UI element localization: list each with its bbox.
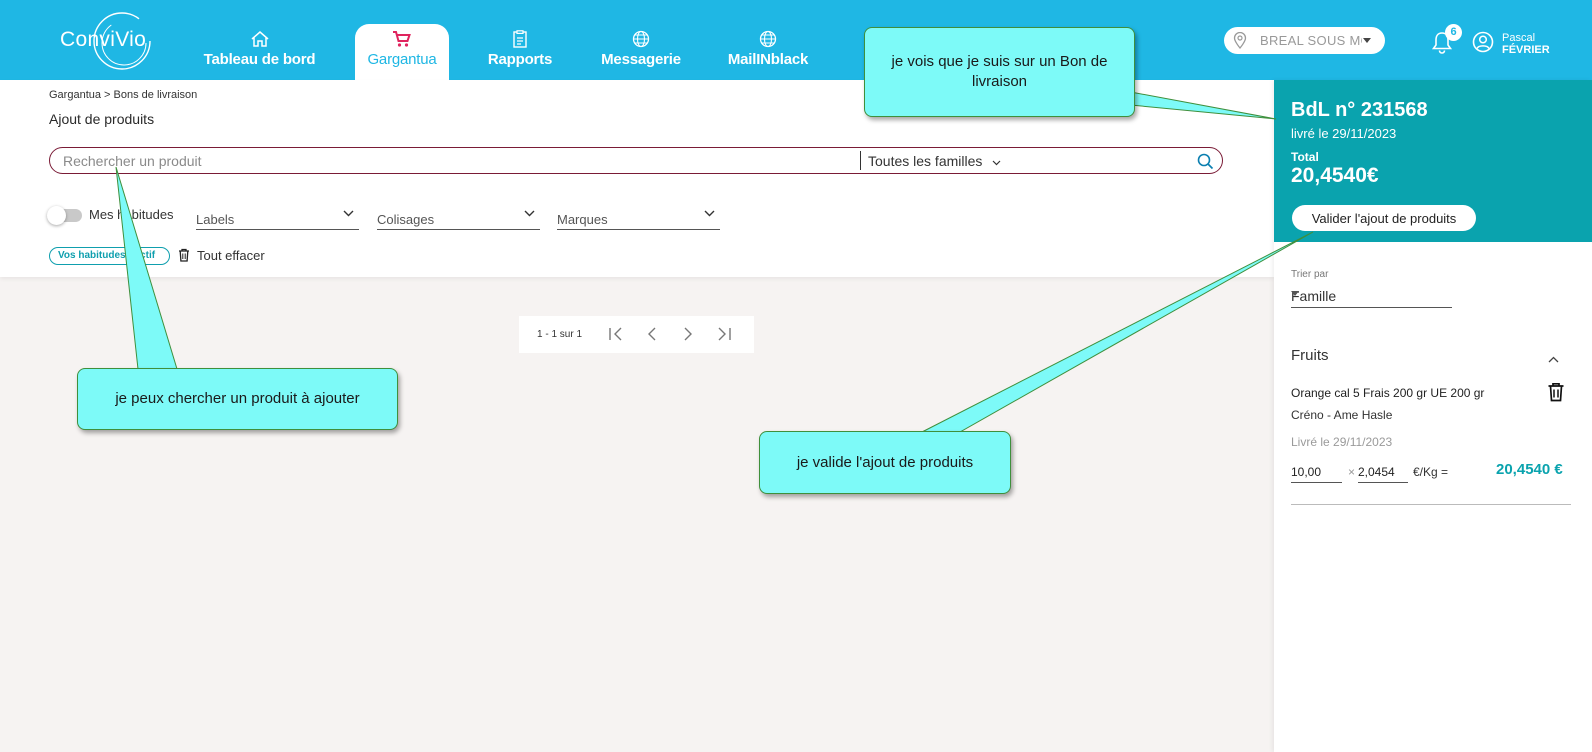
labels-filter[interactable]: Labels (196, 204, 359, 230)
chevron-down-icon (992, 153, 1001, 169)
trash-icon[interactable] (178, 248, 190, 267)
sort-label: Trier par (1291, 269, 1329, 280)
user-last-name: FÉVRIER (1502, 44, 1550, 56)
product-delivered-date: Livré le 29/11/2023 (1291, 435, 1393, 449)
active-filter-chip[interactable]: Vos habitudes : actif (49, 247, 170, 265)
next-page-icon[interactable] (682, 327, 694, 346)
nav-label: Messagerie (601, 51, 681, 68)
convivio-logo[interactable]: ConviVio (56, 10, 160, 72)
marques-filter[interactable]: Marques (557, 204, 720, 230)
caret-down-icon (1291, 291, 1299, 296)
callout-validate-hint: je valide l'ajout de produits (759, 431, 1011, 494)
line-separator (1291, 504, 1571, 505)
quantity-field[interactable]: 10,00 (1291, 463, 1342, 483)
first-page-icon[interactable] (608, 327, 624, 346)
delivery-note-number: BdL n° 231568 (1291, 99, 1428, 121)
previous-page-icon[interactable] (646, 327, 658, 346)
chevron-down-icon (343, 210, 354, 217)
chevron-down-icon (524, 210, 535, 217)
search-input[interactable] (63, 152, 843, 170)
nav-label: MailINblack (727, 51, 809, 68)
nav-label: Tableau de bord (203, 51, 316, 68)
map-pin-icon (1233, 31, 1247, 52)
callout-delivery-note-hint: je vois que je suis sur un Bon de livrai… (864, 27, 1135, 117)
user-avatar-icon[interactable] (1472, 31, 1494, 58)
cart-icon (355, 24, 449, 48)
clear-all-button[interactable]: Tout effacer (197, 248, 265, 263)
location-text: BREAL SOUS MONTFORT (1260, 33, 1362, 48)
toggle-knob (47, 206, 66, 225)
report-icon (479, 24, 561, 48)
search-divider (860, 151, 861, 170)
nav-messagerie[interactable]: Messagerie (594, 24, 688, 80)
habitudes-toggle[interactable] (47, 206, 82, 225)
globe-icon (720, 24, 816, 48)
total-label: Total (1291, 150, 1319, 164)
callout-search-hint: je peux chercher un produit à ajouter (77, 368, 398, 430)
search-icon[interactable] (1197, 153, 1214, 175)
nav-label: Gargantua (367, 51, 437, 68)
user-first-name: Pascal (1502, 32, 1536, 44)
section-title: Fruits (1291, 347, 1329, 364)
last-page-icon[interactable] (716, 327, 732, 346)
delivery-note-summary: BdL n° 231568 livré le 29/11/2023 Total … (1274, 80, 1592, 242)
page-title: Ajout de produits (49, 111, 155, 127)
families-label: Toutes les familles (868, 153, 983, 169)
notification-badge: 6 (1445, 24, 1462, 41)
home-icon (202, 24, 317, 48)
product-supplier: Créno - Ame Hasle (1291, 408, 1393, 422)
logo-text: ConviVio (60, 28, 147, 51)
unit-price-value: 2,0454 (1358, 465, 1395, 479)
pagination: 1 - 1 sur 1 (519, 316, 754, 353)
total-amount: 20,4540€ (1291, 164, 1379, 187)
product-search-bar: Toutes les familles (49, 147, 1223, 174)
location-selector[interactable]: BREAL SOUS MONTFORT (1224, 27, 1385, 54)
trash-icon[interactable] (1547, 382, 1565, 407)
colisages-filter[interactable]: Colisages (377, 204, 540, 230)
filter-label: Labels (196, 212, 235, 227)
delivery-date: livré le 29/11/2023 (1291, 126, 1397, 141)
chevron-down-icon (704, 210, 715, 217)
unit-price-field[interactable]: 2,0454 (1358, 463, 1408, 483)
chevron-up-icon[interactable] (1548, 350, 1559, 368)
nav-mailinblack[interactable]: MailINblack (720, 24, 816, 80)
globe-icon (594, 24, 688, 48)
filter-label: Colisages (377, 212, 435, 227)
toggle-label: Mes habitudes (89, 207, 174, 222)
validate-products-button[interactable]: Valider l'ajout de produits (1292, 205, 1476, 231)
quantity-value: 10,00 (1291, 465, 1322, 479)
families-dropdown[interactable]: Toutes les familles (868, 153, 1001, 169)
caret-down-icon (1363, 38, 1371, 43)
unit-label: €/Kg = (1413, 465, 1449, 479)
sort-select[interactable]: Famille (1291, 282, 1452, 308)
top-navigation-bar: ConviVio Tableau de bord Gargantua Rappo… (0, 0, 1592, 80)
product-name: Orange cal 5 Frais 200 gr UE 200 gr (1291, 386, 1485, 400)
multiply-sign: × (1348, 465, 1356, 479)
nav-rapports[interactable]: Rapports (479, 24, 561, 80)
breadcrumb: Gargantua > Bons de livraison (49, 89, 198, 101)
pagination-text: 1 - 1 sur 1 (537, 329, 583, 340)
line-total: 20,4540 € (1496, 461, 1563, 478)
user-name[interactable]: Pascal FÉVRIER (1502, 32, 1550, 56)
filter-label: Marques (557, 212, 608, 227)
delivery-note-panel: BdL n° 231568 livré le 29/11/2023 Total … (1274, 80, 1592, 752)
nav-gargantua[interactable]: Gargantua (355, 24, 449, 80)
nav-label: Rapports (487, 51, 553, 68)
nav-tableau-de-bord[interactable]: Tableau de bord (202, 24, 317, 80)
